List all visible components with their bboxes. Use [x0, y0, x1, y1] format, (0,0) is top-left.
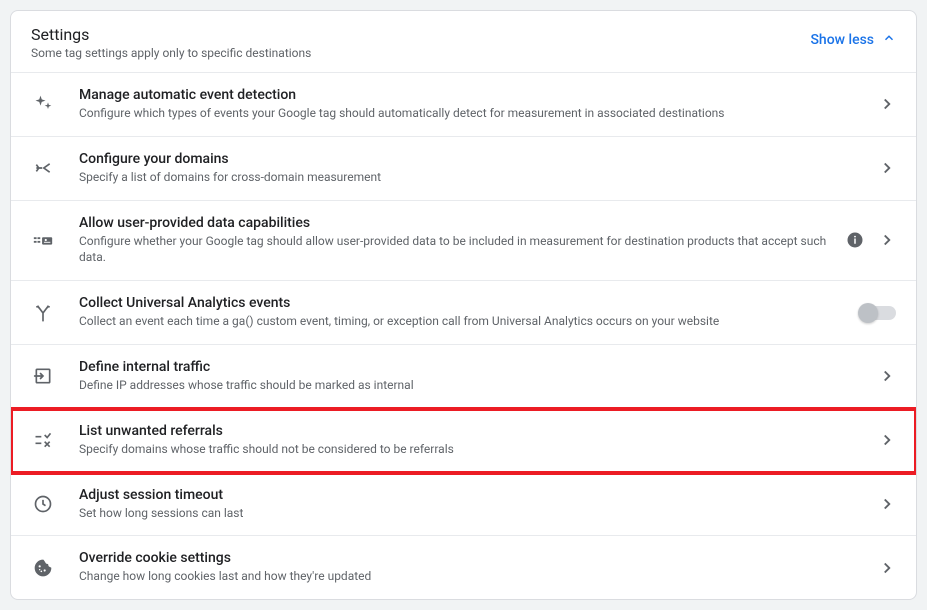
row-trail — [878, 431, 896, 449]
chevron-right-icon — [878, 431, 896, 449]
row-desc: Configure which types of events your Goo… — [79, 105, 866, 122]
row-allow-user-provided-data[interactable]: Allow user-provided data capabilities Co… — [11, 201, 916, 282]
settings-title: Settings — [31, 25, 311, 44]
row-title: Configure your domains — [79, 151, 866, 167]
sparkle-icon — [31, 92, 55, 116]
row-manage-automatic-event-detection[interactable]: Manage automatic event detection Configu… — [11, 73, 916, 137]
info-icon[interactable] — [846, 231, 864, 249]
header-texts: Settings Some tag settings apply only to… — [31, 25, 311, 60]
toggle-switch[interactable] — [860, 306, 896, 320]
chevron-right-icon — [878, 95, 896, 113]
chevron-up-icon — [882, 31, 896, 49]
chevron-right-icon — [878, 159, 896, 177]
show-less-label: Show less — [810, 32, 874, 48]
row-desc: Specify a list of domains for cross-doma… — [79, 169, 866, 186]
chevron-right-icon — [878, 559, 896, 577]
split-arrows-icon — [31, 301, 55, 325]
row-trail — [860, 306, 896, 320]
cookie-icon — [31, 556, 55, 580]
row-body: Override cookie settings Change how long… — [79, 550, 866, 585]
row-desc: Define IP addresses whose traffic should… — [79, 377, 866, 394]
row-list-unwanted-referrals[interactable]: List unwanted referrals Specify domains … — [11, 409, 916, 473]
chevron-right-icon — [878, 231, 896, 249]
row-body: Adjust session timeout Set how long sess… — [79, 487, 866, 522]
row-body: Manage automatic event detection Configu… — [79, 87, 866, 122]
row-desc: Change how long cookies last and how the… — [79, 568, 866, 585]
settings-subtitle: Some tag settings apply only to specific… — [31, 46, 311, 60]
row-desc: Specify domains whose traffic should not… — [79, 441, 866, 458]
row-title: Override cookie settings — [79, 550, 866, 566]
row-title: Adjust session timeout — [79, 487, 866, 503]
settings-header: Settings Some tag settings apply only to… — [11, 11, 916, 73]
row-trail — [878, 159, 896, 177]
row-trail — [878, 367, 896, 385]
row-adjust-session-timeout[interactable]: Adjust session timeout Set how long sess… — [11, 473, 916, 537]
row-configure-your-domains[interactable]: Configure your domains Specify a list of… — [11, 137, 916, 201]
chevron-right-icon — [878, 495, 896, 513]
row-desc: Collect an event each time a ga() custom… — [79, 313, 848, 330]
exit-to-app-icon — [31, 364, 55, 388]
chevron-right-icon — [878, 367, 896, 385]
show-less-button[interactable]: Show less — [810, 25, 896, 49]
row-title: Allow user-provided data capabilities — [79, 215, 834, 231]
row-override-cookie-settings[interactable]: Override cookie settings Change how long… — [11, 536, 916, 599]
row-title: Collect Universal Analytics events — [79, 295, 848, 311]
row-trail — [878, 95, 896, 113]
row-desc: Configure whether your Google tag should… — [79, 233, 834, 267]
data-badge-icon — [31, 228, 55, 252]
row-title: Define internal traffic — [79, 359, 866, 375]
row-trail — [878, 559, 896, 577]
merge-icon — [31, 156, 55, 180]
row-title: List unwanted referrals — [79, 423, 866, 439]
settings-card: Settings Some tag settings apply only to… — [10, 10, 917, 600]
row-collect-universal-analytics-events[interactable]: Collect Universal Analytics events Colle… — [11, 281, 916, 345]
row-body: Define internal traffic Define IP addres… — [79, 359, 866, 394]
row-define-internal-traffic[interactable]: Define internal traffic Define IP addres… — [11, 345, 916, 409]
row-title: Manage automatic event detection — [79, 87, 866, 103]
row-body: Configure your domains Specify a list of… — [79, 151, 866, 186]
row-body: Collect Universal Analytics events Colle… — [79, 295, 848, 330]
row-trail — [846, 231, 896, 249]
row-body: List unwanted referrals Specify domains … — [79, 423, 866, 458]
row-body: Allow user-provided data capabilities Co… — [79, 215, 834, 267]
row-trail — [878, 495, 896, 513]
clock-icon — [31, 492, 55, 516]
row-desc: Set how long sessions can last — [79, 505, 866, 522]
checklist-icon — [31, 428, 55, 452]
